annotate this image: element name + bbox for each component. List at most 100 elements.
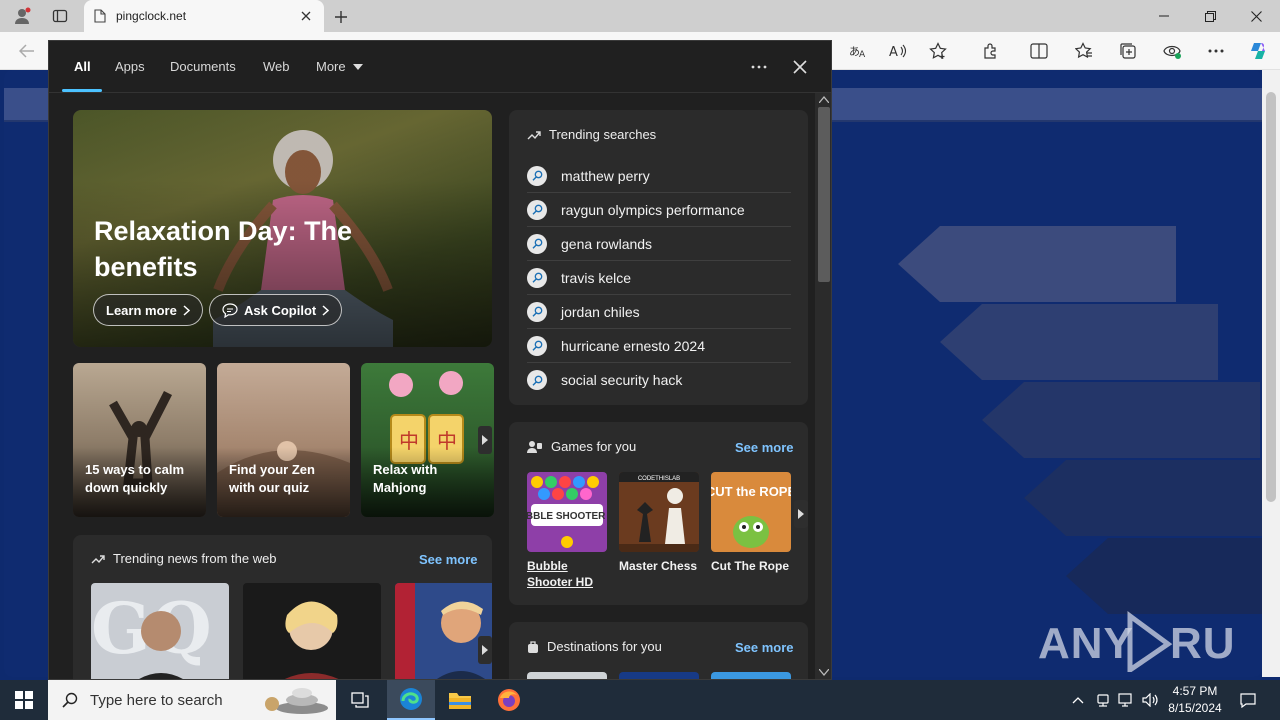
task-view-icon[interactable] xyxy=(336,680,384,720)
trending-news-section: Trending news from the web See more GQ xyxy=(73,535,492,679)
destinations-see-more[interactable]: See more xyxy=(735,640,794,655)
taskbar: Type here to search 4:57 PM 8/15/2024 xyxy=(0,680,1280,720)
card-label: Relax with Mahjong xyxy=(373,462,438,495)
trending-search-label: matthew perry xyxy=(561,167,650,184)
page-icon xyxy=(94,9,106,23)
destinations-header: Destinations for you xyxy=(527,639,662,654)
trending-searches-title: Trending searches xyxy=(549,127,657,142)
favorites-icon[interactable] xyxy=(1071,39,1097,63)
trending-searches-header: Trending searches xyxy=(527,127,656,142)
network-drive-icon[interactable] xyxy=(1093,680,1113,720)
firefox-icon[interactable] xyxy=(485,680,533,720)
destination-image-3[interactable] xyxy=(711,672,791,679)
game-label[interactable]: Bubble Shooter HD xyxy=(527,558,607,590)
taskbar-search[interactable]: Type here to search xyxy=(48,680,336,720)
card-calm-down[interactable]: 15 ways to calm down quickly xyxy=(73,363,206,517)
news-next-arrow[interactable] xyxy=(478,636,492,664)
trending-search-item[interactable]: social security hack xyxy=(527,363,791,397)
game-label[interactable]: Cut The Rope xyxy=(711,558,791,574)
games-section: Games for you See more BUBBLE SHOOTER HD… xyxy=(509,422,808,605)
game-label[interactable]: Master Chess xyxy=(619,558,699,574)
svg-text:RUN: RUN xyxy=(1170,619,1238,668)
card-label: Find your Zen with our quiz xyxy=(229,462,315,495)
translate-icon[interactable]: あA xyxy=(845,39,871,63)
tab-web[interactable]: Web xyxy=(263,59,290,74)
trending-arrow-icon xyxy=(527,130,541,140)
browser-tab-bar: pingclock.net xyxy=(0,0,1280,32)
destination-image-1[interactable] xyxy=(527,672,607,679)
games-icon xyxy=(527,440,543,454)
trending-search-item[interactable]: raygun olympics performance xyxy=(527,193,791,227)
page-scrollbar-thumb[interactable] xyxy=(1266,92,1276,502)
trending-search-item[interactable]: matthew perry xyxy=(527,159,791,193)
card-zen-quiz[interactable]: Find your Zen with our quiz xyxy=(217,363,350,517)
ask-copilot-button[interactable]: Ask Copilot xyxy=(209,294,343,326)
scroll-up-icon[interactable] xyxy=(819,96,829,103)
copilot-icon[interactable] xyxy=(1245,39,1271,63)
search-icon xyxy=(527,233,547,254)
news-image-2[interactable] xyxy=(243,583,381,679)
volume-icon[interactable] xyxy=(1140,680,1162,720)
watermark: ANY RUN xyxy=(1038,608,1238,672)
destination-image-2[interactable] xyxy=(619,672,699,679)
tray-chevron-up-icon[interactable] xyxy=(1068,680,1088,720)
game-master-chess[interactable]: CODETHISLAB Master Chess xyxy=(619,472,699,574)
trending-search-item[interactable]: travis kelce xyxy=(527,261,791,295)
page-scrollbar[interactable] xyxy=(1262,70,1280,677)
trending-news-see-more[interactable]: See more xyxy=(419,552,478,567)
news-image-1[interactable]: GQ xyxy=(91,583,229,679)
file-explorer-icon[interactable] xyxy=(436,680,484,720)
tab-apps[interactable]: Apps xyxy=(115,59,145,74)
tab-all[interactable]: All xyxy=(74,59,91,74)
extensions-icon[interactable] xyxy=(978,39,1004,63)
game-cut-the-rope[interactable]: CUT the ROPE Cut The Rope xyxy=(711,472,791,574)
edge-taskbar-icon[interactable] xyxy=(387,680,435,720)
minimize-button[interactable] xyxy=(1141,0,1187,32)
games-next-arrow[interactable] xyxy=(794,500,808,528)
new-tab-button[interactable] xyxy=(330,6,352,28)
favorite-star-icon[interactable] xyxy=(925,39,951,63)
settings-more-icon[interactable] xyxy=(1203,39,1229,63)
panel-options-icon[interactable] xyxy=(746,55,772,79)
games-see-more[interactable]: See more xyxy=(735,440,794,455)
learn-more-button[interactable]: Learn more xyxy=(93,294,203,326)
close-panel-icon[interactable] xyxy=(787,55,813,79)
games-header: Games for you xyxy=(527,439,636,454)
scroll-down-icon[interactable] xyxy=(819,669,829,676)
trending-search-label: social security hack xyxy=(561,372,683,388)
cards-next-arrow[interactable] xyxy=(478,426,492,454)
card-mahjong[interactable]: 中 中 Relax with Mahjong xyxy=(361,363,494,517)
notifications-icon[interactable] xyxy=(1234,680,1262,720)
trending-search-item[interactable]: jordan chiles xyxy=(527,295,791,329)
destinations-section: Destinations for you See more xyxy=(509,622,808,679)
browser-tab[interactable]: pingclock.net xyxy=(84,0,324,32)
trending-search-item[interactable]: gena rowlands xyxy=(527,227,791,261)
news-thumbnail: GQ xyxy=(91,587,212,679)
close-window-button[interactable] xyxy=(1233,0,1279,32)
browser-essentials-icon[interactable] xyxy=(1159,39,1185,63)
split-screen-icon[interactable] xyxy=(1026,39,1052,63)
collections-icon[interactable] xyxy=(1115,39,1141,63)
tab-actions-icon[interactable] xyxy=(46,4,74,28)
panel-scrollbar[interactable] xyxy=(815,93,831,679)
game-bubble-shooter[interactable]: BUBBLE SHOOTER HD Bubble Shooter HD xyxy=(527,472,607,590)
tab-more[interactable]: More xyxy=(316,59,346,74)
taskbar-clock[interactable]: 4:57 PM 8/15/2024 xyxy=(1160,683,1230,717)
restore-button[interactable] xyxy=(1187,0,1233,32)
trending-search-item[interactable]: hurricane ernesto 2024 xyxy=(527,329,791,363)
game-thumb-text: BUBBLE SHOOTER HD xyxy=(527,511,607,522)
back-icon[interactable] xyxy=(14,39,40,63)
network-icon[interactable] xyxy=(1116,680,1136,720)
start-button[interactable] xyxy=(0,680,48,720)
chevron-down-icon[interactable] xyxy=(353,64,363,70)
profile-icon[interactable] xyxy=(8,4,36,28)
search-icon xyxy=(527,199,547,220)
windows-logo-icon xyxy=(15,691,33,709)
svg-text:A: A xyxy=(889,45,898,59)
panel-scrollbar-thumb[interactable] xyxy=(818,107,830,282)
tab-documents[interactable]: Documents xyxy=(170,59,236,74)
news-image-3[interactable] xyxy=(395,583,492,679)
hero-banner[interactable]: Relaxation Day: The benefits Learn more … xyxy=(73,110,492,347)
close-tab-icon[interactable] xyxy=(298,8,314,24)
read-aloud-icon[interactable]: A xyxy=(885,39,911,63)
